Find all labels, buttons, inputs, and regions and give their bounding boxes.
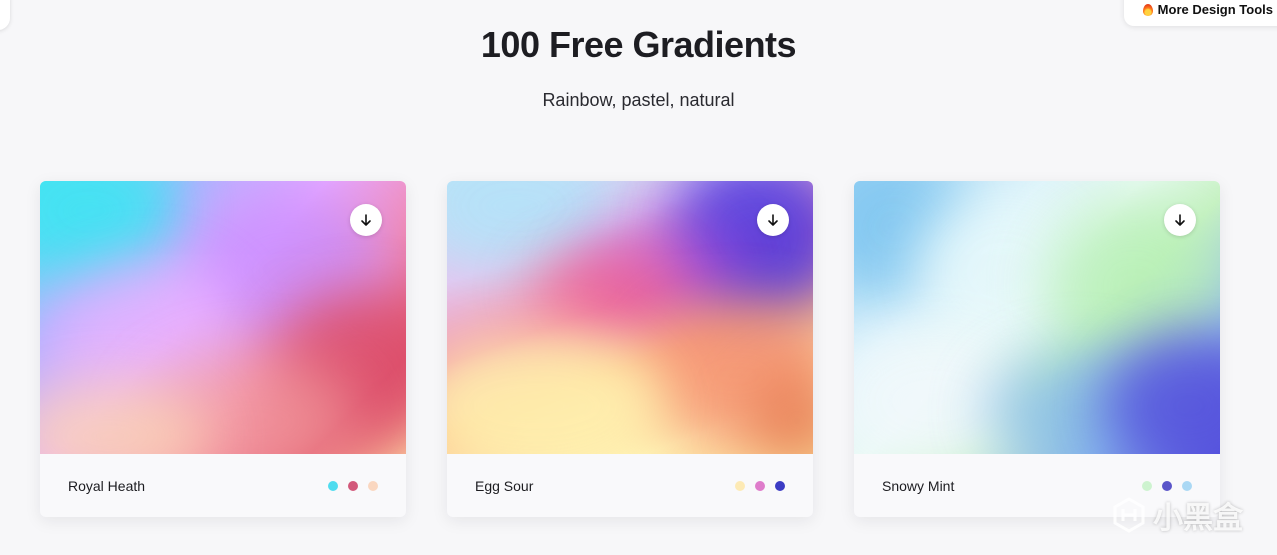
arrow-down-icon bbox=[768, 214, 778, 226]
page: More Design Tools 100 Free Gradients Rai… bbox=[0, 0, 1277, 555]
color-swatches bbox=[735, 480, 785, 491]
color-swatches bbox=[328, 480, 378, 491]
gradient-name: Snowy Mint bbox=[882, 477, 955, 494]
arrow-down-icon bbox=[361, 214, 371, 226]
download-button[interactable] bbox=[1164, 204, 1196, 236]
gradient-card[interactable]: Royal Heath bbox=[40, 181, 406, 517]
color-swatch[interactable] bbox=[328, 480, 338, 491]
page-title: 100 Free Gradients bbox=[480, 24, 797, 65]
gradient-preview[interactable] bbox=[40, 181, 406, 454]
watermark-text: 小黑盒 bbox=[1153, 502, 1243, 535]
color-swatch[interactable] bbox=[1162, 480, 1172, 491]
card-footer: Egg Sour bbox=[447, 454, 813, 517]
color-swatch[interactable] bbox=[368, 480, 378, 491]
color-swatch[interactable] bbox=[1142, 480, 1152, 491]
gradient-card[interactable]: Snowy Mint bbox=[854, 181, 1220, 517]
color-swatch[interactable] bbox=[755, 480, 765, 491]
gradient-name: Royal Heath bbox=[68, 477, 146, 494]
color-swatches bbox=[1142, 480, 1192, 491]
gradient-preview[interactable] bbox=[447, 181, 813, 454]
download-button[interactable] bbox=[757, 204, 789, 236]
arrow-down-icon bbox=[1175, 214, 1185, 226]
color-swatch[interactable] bbox=[735, 480, 745, 491]
more-design-tools-label: More Design Tools bbox=[1157, 1, 1273, 17]
fire-icon bbox=[1142, 2, 1154, 16]
gradient-name: Egg Sour bbox=[475, 477, 534, 494]
gradient-preview[interactable] bbox=[854, 181, 1220, 454]
page-subtitle: Rainbow, pastel, natural bbox=[542, 90, 735, 110]
card-footer: Royal Heath bbox=[40, 454, 406, 517]
gradient-card[interactable]: Egg Sour bbox=[447, 181, 813, 517]
color-swatch[interactable] bbox=[348, 480, 358, 491]
heybox-logo-icon bbox=[1113, 497, 1145, 533]
more-design-tools-button[interactable]: More Design Tools bbox=[1123, 0, 1277, 26]
download-button[interactable] bbox=[350, 204, 382, 236]
color-swatch[interactable] bbox=[1182, 480, 1192, 491]
watermark: 小黑盒 bbox=[1111, 493, 1243, 537]
color-swatch[interactable] bbox=[775, 480, 785, 491]
